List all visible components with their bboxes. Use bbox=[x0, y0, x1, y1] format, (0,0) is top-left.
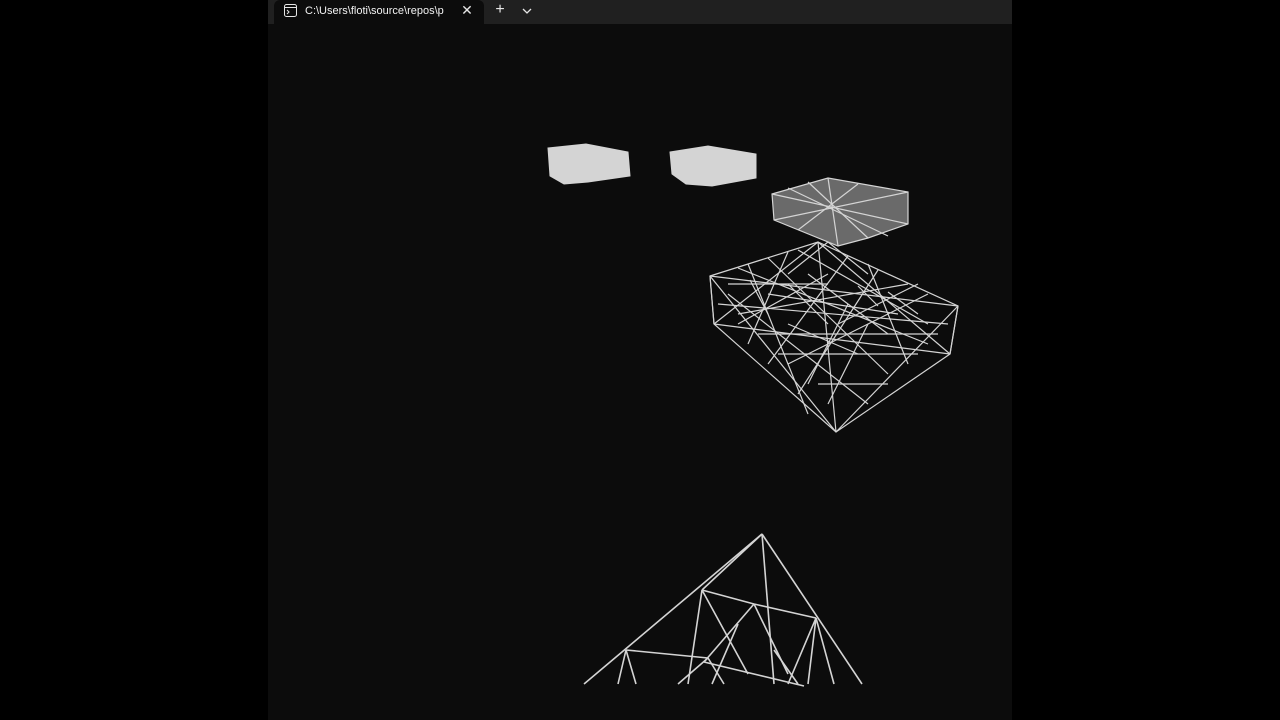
wireframe-box-large bbox=[709, 241, 959, 433]
terminal-icon bbox=[284, 4, 297, 17]
terminal-window: C:\Users\floti\source\repos\p ✕ + bbox=[268, 0, 1012, 720]
close-icon[interactable]: ✕ bbox=[459, 3, 475, 19]
wireframe-box-3 bbox=[771, 177, 909, 247]
chevron-down-icon[interactable] bbox=[518, 3, 536, 19]
tab-title: C:\Users\floti\source\repos\p bbox=[305, 5, 444, 17]
new-tab-button[interactable]: + bbox=[490, 2, 510, 20]
active-tab[interactable]: C:\Users\floti\source\repos\p ✕ bbox=[274, 0, 484, 24]
tab-bar: C:\Users\floti\source\repos\p ✕ + bbox=[268, 0, 1012, 24]
render-canvas bbox=[547, 143, 959, 687]
wireframe-pyramid bbox=[583, 533, 863, 687]
wireframe-box-2 bbox=[669, 145, 757, 187]
wireframe-box-1 bbox=[547, 143, 631, 185]
